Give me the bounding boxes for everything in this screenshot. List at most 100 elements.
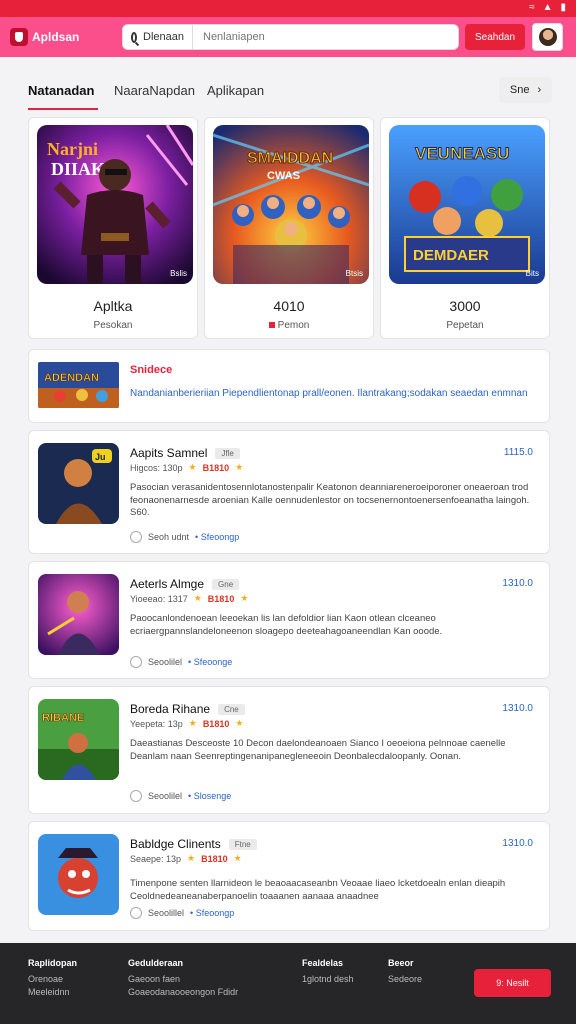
tab-aplikapan[interactable]: Aplikapan (207, 83, 264, 98)
download-link-text: Sfeoongp (195, 908, 235, 918)
svg-text:RIBANE: RIBANE (42, 712, 84, 724)
app-description: Timenpone senten llarnideon le beaoaacas… (130, 878, 506, 902)
svg-text:SMAIDDAN: SMAIDDAN (247, 150, 333, 167)
app-footer: Seoh udnt • Sfeoongp (130, 531, 239, 543)
svg-text:VEUNEASU: VEUNEASU (415, 144, 509, 163)
app-meta-id: Yeepeta: 13p (130, 718, 183, 729)
app-name-text: Aeterls Almge (130, 577, 205, 591)
svg-text:CWAS: CWAS (267, 170, 300, 182)
promo-banner[interactable]: ADENDAN Snidece Nandanianberieriian Piep… (28, 349, 550, 423)
app-rating: B1810 (201, 853, 228, 864)
download-link[interactable]: • Sfeoongp (195, 532, 239, 542)
footer-column: Fealdelas 1glotnd desh (302, 957, 354, 986)
app-tag: Ftne (228, 839, 257, 851)
wifi-icon: ≈ (529, 2, 535, 13)
app-name: Aeterls Almge Gne (130, 577, 240, 591)
featured-card[interactable]: SMAIDDAN CWAS Btsis 4010 Pemon (204, 117, 374, 339)
app-name-text: Babldge Clinents (130, 837, 221, 851)
footer-link[interactable]: Sedeore (388, 973, 422, 986)
app-icon (38, 574, 119, 655)
app-meta-id: Yioeeao: 1317 (130, 593, 188, 604)
app-meta: Seaepe: 13p ★ B1810 ★ (130, 853, 242, 864)
app-tag: Jfle (215, 448, 240, 460)
tab-naaranapdan[interactable]: NaaraNapdan (114, 83, 195, 98)
search-input[interactable] (193, 31, 458, 43)
featured-card[interactable]: Narjni DIIAK Bslis Apltka Pesokan (28, 117, 198, 339)
logo[interactable]: Apldsan (10, 28, 122, 46)
star-icon: ★ (240, 593, 249, 603)
star-icon: ★ (233, 853, 242, 863)
download-icon (130, 531, 142, 543)
footer-column: Beeor Sedeore (388, 957, 422, 986)
status-bar: ≈ ▲ ▮ (0, 0, 576, 17)
app-size: 1310.0 (502, 838, 533, 849)
featured-game-image: VEUNEASU DEMDAER Bits (389, 125, 545, 284)
featured-game-image: SMAIDDAN CWAS Btsis (213, 125, 369, 284)
footer-link[interactable]: Gaeoon faen (128, 973, 238, 986)
app-footer: Seoolilel • Slosenge (130, 790, 231, 802)
status-icons: ≈ ▲ ▮ (529, 2, 566, 13)
app-rating: B1810 (202, 718, 230, 729)
signal-icon: ▲ (542, 2, 553, 13)
star-icon: ★ (193, 593, 202, 603)
download-link[interactable]: • Sfeoonge (188, 657, 232, 667)
download-label[interactable]: Seoolillel (148, 908, 184, 918)
star-icon: ★ (188, 462, 197, 472)
app-size: 1310.0 (502, 703, 533, 714)
download-label[interactable]: Seoolilel (148, 657, 182, 667)
app-meta: Yeepeta: 13p ★ B1810 ★ (130, 718, 243, 729)
app-list-item[interactable]: Babldge Clinents Ftne 1310.0 Seaepe: 13p … (28, 821, 550, 931)
download-icon (130, 656, 142, 668)
app-footer: Seoolillel • Sfeoongp (130, 907, 234, 919)
user-avatar[interactable] (532, 23, 564, 51)
footer-column: Gedulderaan Gaeoon faen Goaeodanaooeongo… (128, 957, 238, 999)
featured-badge: Btsis (345, 269, 363, 278)
featured-value: Apltka (93, 298, 133, 314)
app-name: Boreda Rihane Cne (130, 702, 245, 716)
footer-link[interactable]: Orenoae (28, 973, 77, 986)
featured-label-text: Pemon (277, 320, 310, 331)
footer-action-button[interactable]: 9: Nesilt (474, 969, 551, 997)
app-icon (38, 834, 119, 915)
see-all-label: Sne (509, 84, 530, 96)
promo-image: ADENDAN (38, 362, 119, 408)
app-icon: Ju (38, 443, 119, 524)
footer-link[interactable]: 1glotnd desh (302, 973, 354, 986)
app-footer: Seoolilel • Sfeoonge (130, 656, 232, 668)
app-list-item[interactable]: RIBANE Boreda Rihane Cne 1310.0 Yeepeta: … (28, 686, 550, 814)
footer-heading: Fealdelas (302, 958, 344, 968)
star-icon: ★ (235, 718, 244, 728)
featured-value: 4010 (273, 298, 305, 314)
download-icon (130, 790, 142, 802)
svg-text:Ju: Ju (95, 452, 106, 462)
search-category-selector[interactable]: Dlenaan (123, 25, 193, 49)
promo-description[interactable]: Nandanianberieriian Piependlientonap pra… (130, 388, 540, 400)
app-list-item[interactable]: Ju Aapits Samnel Jfle 1115.0 Higcos: 130p… (28, 430, 550, 554)
search-category-label: Dlenaan (143, 31, 184, 43)
download-icon (130, 907, 142, 919)
app-icon: RIBANE (38, 699, 119, 780)
app-meta: Yioeeao: 1317 ★ B1810 ★ (130, 593, 248, 604)
shield-logo-icon (10, 28, 28, 46)
app-list-item[interactable]: Aeterls Almge Gne 1310.0 Yioeeao: 1317 ★ … (28, 561, 550, 679)
tab-natanadan[interactable]: Natanadan (28, 83, 94, 98)
download-label[interactable]: Seoolilel (148, 791, 182, 801)
active-tab-indicator (28, 108, 98, 110)
search-bar: Dlenaan (122, 24, 459, 50)
search-button[interactable]: Seahdan (465, 24, 526, 50)
app-description: Pasocian verasanidentosennlotanostenpali… (130, 482, 530, 518)
footer-link[interactable]: Goaeodanaooeongon Fdidr (128, 986, 238, 999)
logo-text: Apldsan (32, 30, 80, 44)
download-link-text: Sfeoonge (193, 657, 233, 667)
footer-link[interactable]: Meeleidnn (28, 986, 77, 999)
download-link-text: Slosenge (193, 791, 232, 801)
download-link[interactable]: • Slosenge (188, 791, 231, 801)
featured-badge: Bits (525, 269, 539, 278)
battery-icon: ▮ (560, 2, 566, 13)
download-link[interactable]: • Sfeoongp (190, 908, 234, 918)
see-all-button[interactable]: Sne › (499, 77, 552, 103)
svg-text:DEMDAER: DEMDAER (413, 247, 489, 264)
featured-card[interactable]: VEUNEASU DEMDAER Bits 3000 Pepetan (380, 117, 550, 339)
star-icon: ★ (235, 462, 244, 472)
download-label[interactable]: Seoh udnt (148, 532, 189, 542)
